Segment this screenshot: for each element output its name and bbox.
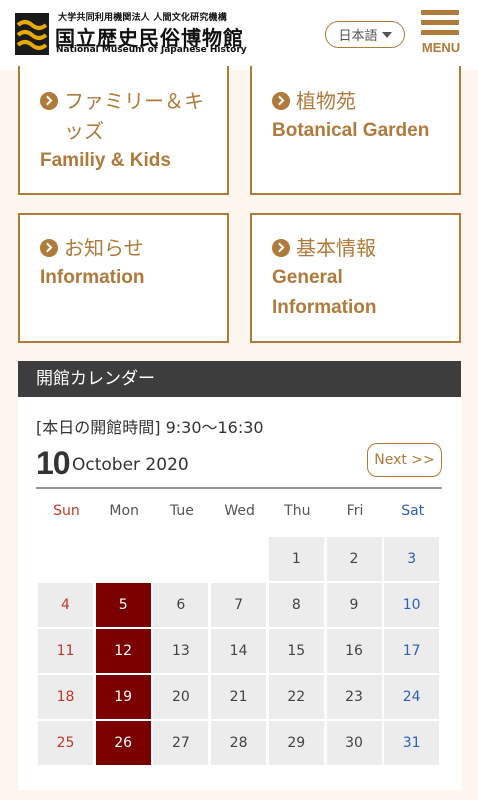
calendar-day[interactable]: 17 (384, 629, 440, 673)
weekday-mon: Mon (109, 503, 139, 519)
calendar-day[interactable]: 13 (153, 629, 209, 673)
language-label: 日本語 (338, 29, 378, 44)
menu-label: MENU (421, 40, 461, 55)
month-name: October 2020 (72, 455, 189, 475)
calendar-day[interactable]: 12 (95, 629, 151, 673)
card-en-label: General Information (272, 267, 377, 318)
calendar-day[interactable]: 10 (384, 583, 440, 627)
card-information[interactable]: お知らせ Information (18, 213, 229, 343)
arrow-circle-icon (272, 92, 290, 110)
calendar-day[interactable]: 5 (95, 583, 151, 627)
opening-hours: [本日の開館時間] 9:30〜16:30 (36, 418, 264, 437)
language-select[interactable]: 日本語 (325, 21, 405, 48)
calendar-day[interactable]: 11 (38, 629, 93, 673)
calendar-empty-cell (38, 537, 93, 581)
divider (36, 487, 442, 489)
calendar-panel: [本日の開館時間] 9:30〜16:30 10 October 2020 Nex… (18, 397, 461, 790)
weekday-thu: Thu (284, 503, 311, 519)
calendar-day[interactable]: 23 (326, 675, 382, 719)
month-number: 10 (36, 445, 71, 481)
card-en-label: Botanical Garden (272, 120, 430, 141)
calendar-day[interactable]: 1 (268, 537, 324, 581)
calendar-day[interactable]: 7 (211, 583, 267, 627)
calendar-day[interactable]: 16 (326, 629, 382, 673)
calendar-title: 開館カレンダー (18, 361, 461, 397)
next-month-button[interactable]: Next >> (367, 443, 442, 477)
calendar-day[interactable]: 30 (326, 721, 382, 765)
calendar-day[interactable]: 24 (384, 675, 440, 719)
weekday-sat: Sat (401, 503, 425, 519)
card-en-label: Information (40, 267, 145, 288)
card-jp-label: 植物苑 (296, 89, 356, 113)
menu-button[interactable]: MENU (418, 10, 464, 58)
calendar-day[interactable]: 22 (268, 675, 324, 719)
museum-name-en: National Museum of Japanese History (56, 45, 247, 55)
calendar-day[interactable]: 21 (211, 675, 267, 719)
weekday-tue: Tue (169, 503, 194, 519)
calendar-day[interactable]: 2 (326, 537, 382, 581)
calendar-day[interactable]: 31 (384, 721, 440, 765)
calendar-empty-cell (211, 537, 266, 581)
calendar-day[interactable]: 18 (38, 675, 93, 719)
calendar-empty-cell (153, 537, 208, 581)
calendar-day[interactable]: 4 (38, 583, 93, 627)
calendar-day[interactable]: 27 (153, 721, 209, 765)
rekihaku-logo-icon[interactable] (15, 13, 49, 55)
card-en-label: Familiy & Kids (40, 150, 171, 171)
card-jp-label: ファミリー＆キッズ (64, 89, 204, 143)
card-general-information[interactable]: 基本情報 General Information (250, 213, 461, 343)
calendar-day[interactable]: 14 (211, 629, 267, 673)
calendar-day[interactable]: 28 (211, 721, 267, 765)
calendar-day[interactable]: 25 (38, 721, 93, 765)
weekday-fri: Fri (346, 503, 364, 519)
arrow-circle-icon (272, 239, 290, 257)
card-jp-label: お知らせ (64, 236, 144, 260)
calendar-day[interactable]: 6 (153, 583, 209, 627)
card-jp-label: 基本情報 (296, 236, 376, 260)
site-header: 大学共同利用機関法人 人間文化研究機構 国立歴史民俗博物館 National M… (0, 0, 478, 70)
card-botanical-garden[interactable]: 植物苑 Botanical Garden (250, 66, 461, 195)
weekday-wed: Wed (224, 503, 255, 519)
calendar-day[interactable]: 9 (326, 583, 382, 627)
arrow-circle-icon (40, 92, 58, 110)
weekday-header: Sun Mon Tue Wed Thu Fri Sat (38, 503, 442, 525)
calendar-grid: 1 2 3 4 5 6 7 8 9 10 11 12 13 14 15 16 17 18 19 20 21 22 23 24 2… (38, 537, 442, 767)
calendar-day[interactable]: 29 (268, 721, 324, 765)
weekday-sun: Sun (53, 503, 80, 519)
caret-down-icon (381, 31, 392, 38)
calendar-day[interactable]: 8 (268, 583, 324, 627)
calendar-day[interactable]: 19 (95, 675, 151, 719)
card-family-kids[interactable]: ファミリー＆キッズ Familiy & Kids (18, 66, 229, 195)
calendar-day[interactable]: 3 (384, 537, 440, 581)
arrow-circle-icon (40, 239, 58, 257)
calendar-day[interactable]: 20 (153, 675, 209, 719)
calendar-day[interactable]: 26 (95, 721, 151, 765)
calendar-day[interactable]: 15 (268, 629, 324, 673)
calendar-empty-cell (96, 537, 151, 581)
